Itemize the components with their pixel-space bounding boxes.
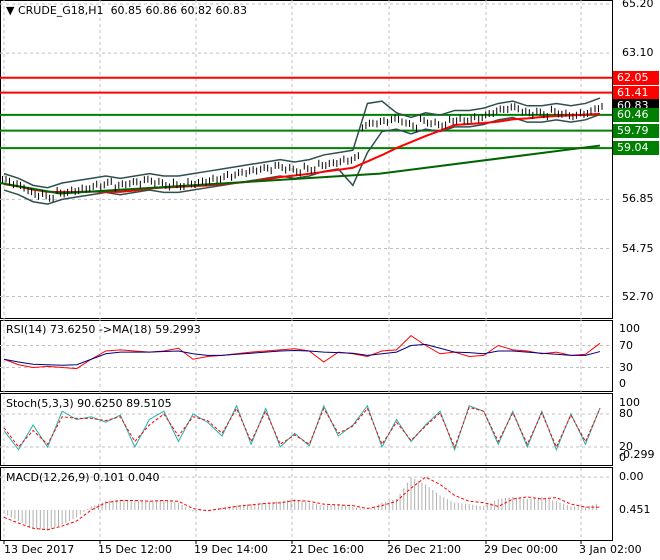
time-label: 29 Dec 00:00 xyxy=(484,543,558,556)
stoch-k-line xyxy=(3,404,601,452)
rsi-ma-line xyxy=(3,343,601,366)
time-label: 19 Dec 14:00 xyxy=(194,543,268,556)
price-axis-label: 63.10 xyxy=(622,46,654,60)
macd-axis-label: -0.299 xyxy=(619,448,655,462)
collapse-triangle-icon[interactable]: ▼ xyxy=(6,4,14,17)
level-tag: 61.41 xyxy=(613,85,659,100)
time-label: 15 Dec 12:00 xyxy=(98,543,172,556)
rsi-axis-label: 30 xyxy=(619,360,633,374)
time-label: 13 Dec 2017 xyxy=(4,543,75,556)
ohlc-values: 60.85 60.86 60.82 60.83 xyxy=(110,4,248,17)
stoch-title: Stoch(5,3,3) 90.6250 89.5105 xyxy=(6,397,172,410)
price-axis-label: 54.75 xyxy=(622,241,654,255)
level-tag: 62.05 xyxy=(613,70,659,85)
rsi-axis-label: 0 xyxy=(619,377,626,390)
level-tag: 60.46 xyxy=(613,107,659,122)
stoch-d-line xyxy=(3,406,601,449)
price-axis-label: 56.85 xyxy=(622,192,654,206)
price-axis-label: 65.20 xyxy=(622,0,654,10)
macd-axis-label: 0.00 xyxy=(619,470,644,484)
rsi-axis-label: 70 xyxy=(619,338,633,352)
macd-axis-label: 0.451 xyxy=(619,503,651,516)
time-label: 3 Jan 02:00 xyxy=(579,543,642,556)
rsi-axis-label: 100 xyxy=(619,322,640,335)
macd-title: MACD(12,26,9) 0.101 0.040 xyxy=(6,471,160,484)
stoch-axis-label: 80 xyxy=(619,407,633,420)
level-tag: 59.04 xyxy=(613,141,659,156)
moving-average xyxy=(3,112,601,194)
time-label: 21 Dec 16:00 xyxy=(290,543,364,556)
level-tag: 59.79 xyxy=(613,123,659,138)
trading-chart: ▼ CRUDE_G18,H1 60.85 60.86 60.82 60.83 R… xyxy=(0,0,660,560)
time-label: 26 Dec 21:00 xyxy=(387,543,461,556)
rsi-title: RSI(14) 73.6250 ->MA(18) 59.2993 xyxy=(6,323,201,336)
symbol-label: CRUDE_G18,H1 xyxy=(17,4,104,17)
price-axis-label: 52.70 xyxy=(622,289,654,303)
chart-header[interactable]: ▼ CRUDE_G18,H1 60.85 60.86 60.82 60.83 xyxy=(6,4,247,17)
rsi-line xyxy=(3,334,601,370)
